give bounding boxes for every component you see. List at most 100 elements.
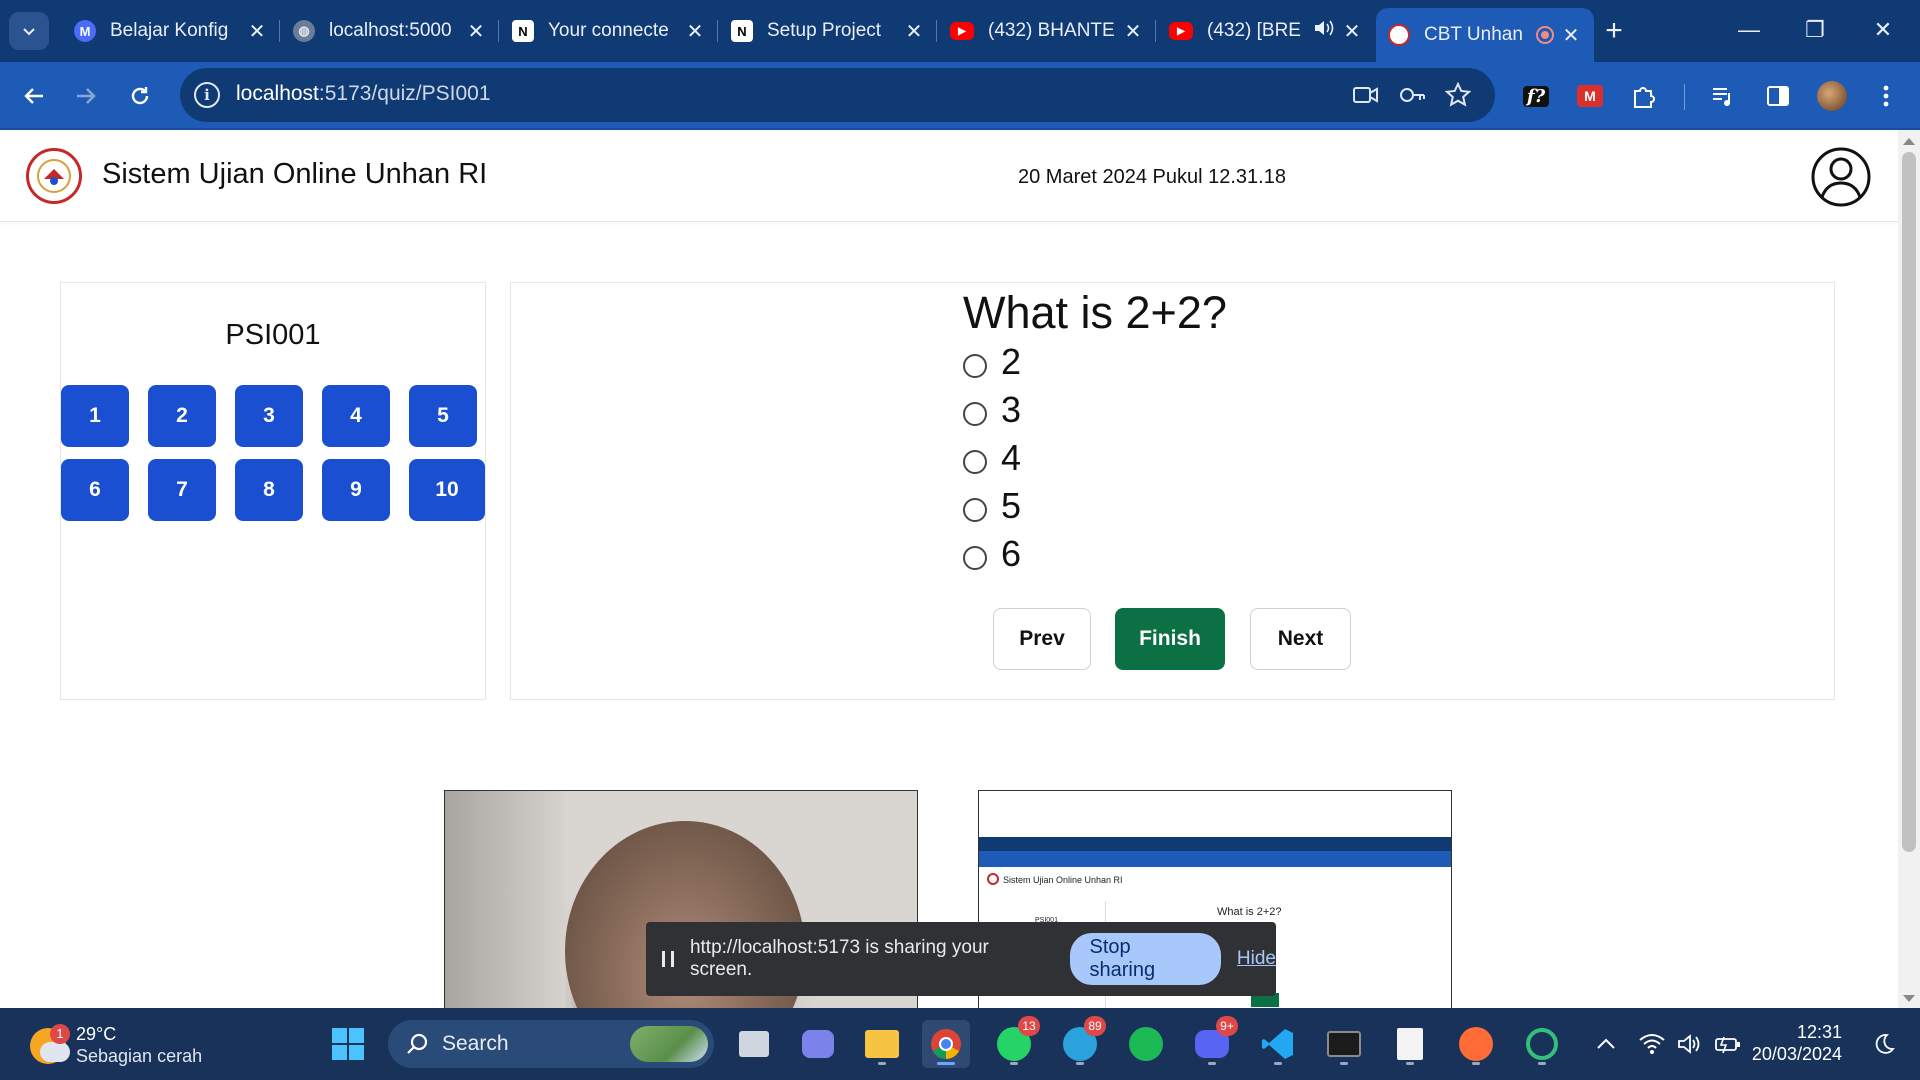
spotify-icon[interactable] <box>1122 1020 1170 1068</box>
tab-your-connected[interactable]: N Your connecte ✕ <box>500 8 718 54</box>
key-icon[interactable] <box>1394 77 1430 113</box>
tab-search-button[interactable] <box>9 12 49 50</box>
kebab-menu-icon[interactable] <box>1868 78 1904 114</box>
new-tab-button[interactable]: + <box>1596 14 1632 48</box>
user-account-icon[interactable] <box>1810 146 1872 208</box>
question-button-9[interactable]: 9 <box>322 459 390 521</box>
tab-title: (432) [BRE <box>1207 20 1301 41</box>
question-button-3[interactable]: 3 <box>235 385 303 447</box>
info-icon[interactable]: i <box>194 82 220 108</box>
close-window-button[interactable]: ✕ <box>1858 12 1908 48</box>
recording-icon <box>1536 26 1554 44</box>
back-button[interactable] <box>14 76 54 116</box>
radio-button[interactable] <box>963 354 987 378</box>
temperature: 29°C <box>76 1024 117 1044</box>
question-button-7[interactable]: 7 <box>148 459 216 521</box>
taskbar-search[interactable]: Search <box>388 1020 714 1068</box>
answer-option-1[interactable]: 2 <box>963 341 1021 383</box>
hide-link[interactable]: Hide <box>1237 948 1276 970</box>
do-not-disturb-icon[interactable] <box>1866 1020 1902 1068</box>
chevron-up-icon[interactable] <box>1588 1020 1624 1068</box>
tab-localhost-5000[interactable]: ◍ localhost:5000 ✕ <box>281 8 499 54</box>
discord-icon[interactable]: 9+ <box>1188 1016 1238 1068</box>
media-control-icon[interactable] <box>1706 78 1742 114</box>
close-icon[interactable]: ✕ <box>1560 23 1582 48</box>
close-icon[interactable]: ✕ <box>684 19 706 44</box>
tab-youtube-bre[interactable]: ▶ (432) [BRE ✕ <box>1157 8 1375 54</box>
preview-title: Sistem Ujian Online Unhan RI <box>1003 875 1123 885</box>
forward-button[interactable] <box>66 76 106 116</box>
stop-sharing-button[interactable]: Stop sharing <box>1069 933 1221 985</box>
tab-title: Your connecte <box>548 20 669 41</box>
task-view-icon[interactable] <box>730 1020 778 1068</box>
puzzle-icon[interactable] <box>1626 78 1662 114</box>
camera-icon[interactable] <box>1348 77 1384 113</box>
scroll-up-icon[interactable] <box>1903 138 1915 145</box>
tab-youtube-bhante[interactable]: ▶ (432) BHANTE ✕ <box>938 8 1156 54</box>
profile-avatar-icon[interactable] <box>1814 78 1850 114</box>
radio-button[interactable] <box>963 546 987 570</box>
question-panel: What is 2+2? 2 3 4 5 6 Prev Finish Next <box>510 282 1835 700</box>
arrow-right-icon <box>77 88 96 104</box>
side-panel-icon[interactable] <box>1760 78 1796 114</box>
answer-option-2[interactable]: 3 <box>963 389 1021 431</box>
question-button-10[interactable]: 10 <box>409 459 485 521</box>
close-icon[interactable]: ✕ <box>903 19 925 44</box>
notion-icon: N <box>731 20 753 42</box>
prev-button[interactable]: Prev <box>993 608 1091 670</box>
browser-toolbar: i localhost:5173/quiz/PSI001 f? M <box>0 62 1920 130</box>
screen-recorder-icon[interactable] <box>1518 1020 1566 1068</box>
tab-setup-project[interactable]: N Setup Project ✕ <box>719 8 937 54</box>
radio-button[interactable] <box>963 450 987 474</box>
answer-option-5[interactable]: 6 <box>963 533 1021 575</box>
telegram-icon[interactable]: 89 <box>1056 1016 1106 1068</box>
close-icon[interactable]: ✕ <box>465 19 487 44</box>
close-icon[interactable]: ✕ <box>246 19 268 44</box>
terminal-icon[interactable] <box>1320 1020 1368 1068</box>
clock-time[interactable]: 12:31 <box>1762 1020 1842 1044</box>
minimize-button[interactable]: — <box>1724 12 1774 48</box>
clock-date[interactable]: 20/03/2024 <box>1732 1044 1842 1065</box>
tab-belajar-konfig[interactable]: M Belajar Konfig ✕ <box>62 8 280 54</box>
star-icon[interactable] <box>1440 77 1476 113</box>
scrollbar-thumb[interactable] <box>1902 152 1916 852</box>
reload-button[interactable] <box>120 76 160 116</box>
whatsapp-icon[interactable]: 13 <box>990 1016 1040 1068</box>
question-button-1[interactable]: 1 <box>61 385 129 447</box>
windows-start-icon[interactable] <box>324 1020 372 1068</box>
question-button-8[interactable]: 8 <box>235 459 303 521</box>
screen-sharing-bar: http://localhost:5173 is sharing your sc… <box>646 922 1276 996</box>
question-button-2[interactable]: 2 <box>148 385 216 447</box>
radio-button[interactable] <box>963 498 987 522</box>
answer-option-3[interactable]: 4 <box>963 437 1021 479</box>
question-button-5[interactable]: 5 <box>409 385 477 447</box>
formula-extension-icon[interactable]: f? <box>1518 78 1554 114</box>
url-text[interactable]: localhost:5173/quiz/PSI001 <box>236 82 491 106</box>
close-icon[interactable]: ✕ <box>1341 19 1363 44</box>
restore-button[interactable]: ❐ <box>1790 12 1840 48</box>
postman-icon[interactable] <box>1452 1020 1500 1068</box>
notepad-icon[interactable] <box>1386 1020 1434 1068</box>
scroll-down-icon[interactable] <box>1903 995 1915 1002</box>
tab-cbt-unhan[interactable]: CBT Unhan ✕ <box>1376 8 1594 62</box>
question-button-4[interactable]: 4 <box>322 385 390 447</box>
address-bar[interactable]: i localhost:5173/quiz/PSI001 <box>180 68 1495 122</box>
question-button-6[interactable]: 6 <box>61 459 129 521</box>
mendeley-extension-icon[interactable]: M <box>1572 78 1608 114</box>
volume-icon[interactable] <box>1672 1020 1708 1068</box>
radio-button[interactable] <box>963 402 987 426</box>
finish-button[interactable]: Finish <box>1115 608 1225 670</box>
speaker-icon[interactable] <box>1313 18 1335 44</box>
vscode-icon[interactable] <box>1254 1020 1302 1068</box>
teams-chat-icon[interactable] <box>794 1020 842 1068</box>
drag-handle-icon[interactable] <box>662 951 674 967</box>
close-icon[interactable]: ✕ <box>1122 19 1144 44</box>
search-icon <box>407 1033 428 1054</box>
page-scrollbar[interactable] <box>1898 130 1920 1008</box>
answer-option-4[interactable]: 5 <box>963 485 1021 527</box>
file-explorer-icon[interactable] <box>858 1020 906 1068</box>
chrome-icon[interactable] <box>922 1020 970 1068</box>
weather-widget[interactable]: 1 29°C Sebagian cerah <box>30 1022 230 1070</box>
wifi-icon[interactable] <box>1634 1020 1670 1068</box>
next-button[interactable]: Next <box>1250 608 1351 670</box>
